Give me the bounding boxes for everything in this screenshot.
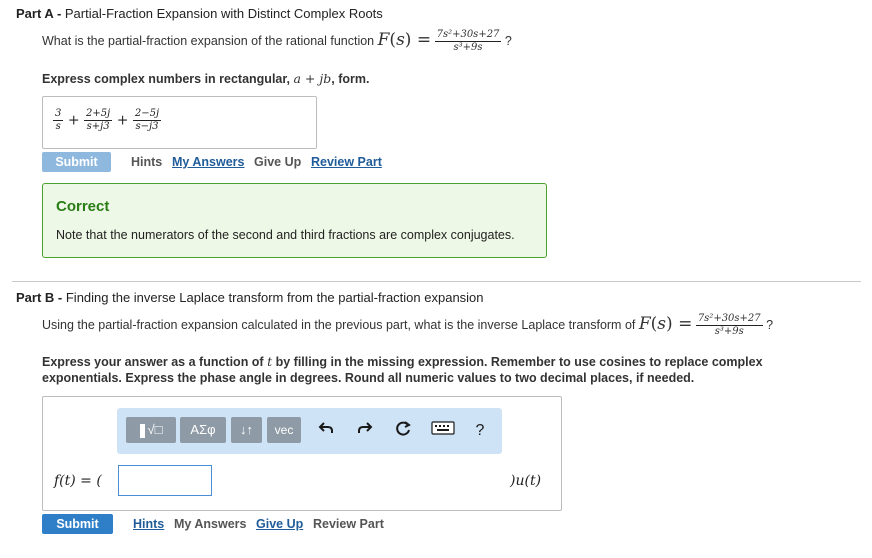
part-divider <box>12 281 861 282</box>
answer-fraction-1: 3 s <box>53 108 64 132</box>
keyboard-icon[interactable] <box>430 420 456 442</box>
answer-fraction-3: 2−5j s−j3 <box>132 108 162 132</box>
part-b-review-part: Review Part <box>313 517 384 531</box>
part-a-function-fraction: 7s²+30s+27 s³+9s <box>434 29 502 54</box>
part-b-instruction-1a: Express your answer as a function of <box>42 355 264 369</box>
answer-plus-1: + <box>67 112 80 129</box>
part-a-my-answers-link[interactable]: My Answers <box>172 155 244 169</box>
math-toolbar: √□ ΑΣφ ↓↑ vec ? <box>117 408 502 454</box>
part-a-feedback-box: Correct Note that the numerators of the … <box>42 183 547 258</box>
greek-symbols-button[interactable]: ΑΣφ <box>180 417 226 443</box>
answer-fraction-2-num: 2+5j <box>84 108 113 121</box>
part-b-question-text: Using the partial-fraction expansion cal… <box>42 318 636 332</box>
part-b-title: Finding the inverse Laplace transform fr… <box>65 290 484 305</box>
part-a-question: What is the partial-fraction expansion o… <box>42 30 512 53</box>
part-b-header: Part B - Finding the inverse Laplace tra… <box>16 290 484 305</box>
part-b-question: Using the partial-fraction expansion cal… <box>42 314 773 337</box>
answer-fraction-3-den: s−j3 <box>135 121 159 132</box>
answer-fraction-1-den: s <box>55 121 61 132</box>
part-a-function-name: F(s) = <box>377 30 432 50</box>
part-b-instruction-line-1: Express your answer as a function of t b… <box>42 354 763 369</box>
part-b-numerator: 7s²+30s+27 <box>695 313 763 327</box>
part-b-function-fraction: 7s²+30s+27 s³+9s <box>695 313 763 338</box>
part-b-my-answers: My Answers <box>174 517 247 531</box>
part-a-hints: Hints <box>131 155 163 169</box>
answer-input[interactable] <box>118 465 212 496</box>
part-a-denominator: s³+9s <box>453 42 483 54</box>
part-a-label: Part A <box>16 6 54 21</box>
templates-button[interactable]: √□ <box>126 417 176 443</box>
part-b-instruction-var: t <box>267 354 273 369</box>
answer-fraction-2-den: s+j3 <box>86 121 110 132</box>
undo-icon[interactable] <box>315 420 337 442</box>
feedback-title: Correct <box>56 198 110 215</box>
part-b-hints-link[interactable]: Hints <box>133 517 164 531</box>
part-b-function-name: F(s) = <box>638 314 693 334</box>
part-a-answer-expression: 3 s + 2+5j s+j3 + 2−5j s−j3 <box>53 108 162 132</box>
part-a-header: Part A - Partial-Fraction Expansion with… <box>16 6 383 21</box>
help-button[interactable]: ? <box>469 420 491 442</box>
part-a-numerator: 7s²+30s+27 <box>434 29 502 43</box>
templates-label: √□ <box>147 422 163 437</box>
answer-fraction-2: 2+5j s+j3 <box>84 108 113 132</box>
cursor-block-icon <box>139 423 145 438</box>
part-a-separator: - <box>53 6 65 21</box>
part-a-review-part-link[interactable]: Review Part <box>311 155 382 169</box>
part-b-instruction-1b: by filling in the missing expression. Re… <box>275 355 763 369</box>
part-b-submit-button[interactable]: Submit <box>42 514 113 534</box>
redo-icon[interactable] <box>354 420 376 442</box>
part-b-question-end: ? <box>766 318 774 332</box>
part-a-question-text: What is the partial-fraction expansion o… <box>42 34 375 48</box>
feedback-message: Note that the numerators of the second a… <box>56 228 515 242</box>
part-a-submit-button[interactable]: Submit <box>42 152 111 172</box>
part-a-instruction: Express complex numbers in rectangular, … <box>42 71 369 86</box>
answer-plus-2: + <box>116 112 129 129</box>
part-a-instruction-prefix: Express complex numbers in rectangular, <box>42 72 291 86</box>
part-b-instruction-line-2: exponentials. Express the phase angle in… <box>42 371 695 385</box>
vector-button[interactable]: vec <box>267 417 301 443</box>
part-a-instruction-math: a + jb <box>293 71 332 86</box>
answer-rhs: )u(t) <box>510 473 542 489</box>
answer-lhs: f(t) = ( <box>54 473 102 489</box>
part-a-question-end: ? <box>504 34 512 48</box>
part-a-title: Partial-Fraction Expansion with Distinct… <box>64 6 383 21</box>
part-a-instruction-suffix: , form. <box>331 72 370 86</box>
part-b-give-up-link[interactable]: Give Up <box>256 517 303 531</box>
answer-fraction-1-num: 3 <box>53 108 64 121</box>
subscript-superscript-button[interactable]: ↓↑ <box>231 417 262 443</box>
part-b-separator: - <box>54 290 66 305</box>
reset-icon[interactable] <box>392 420 414 442</box>
part-a-give-up: Give Up <box>254 155 302 169</box>
part-a-answer-box: 3 s + 2+5j s+j3 + 2−5j s−j3 <box>42 96 317 149</box>
answer-fraction-3-num: 2−5j <box>132 108 162 121</box>
part-b-label: Part B <box>16 290 55 305</box>
part-b-denominator: s³+9s <box>714 326 744 338</box>
